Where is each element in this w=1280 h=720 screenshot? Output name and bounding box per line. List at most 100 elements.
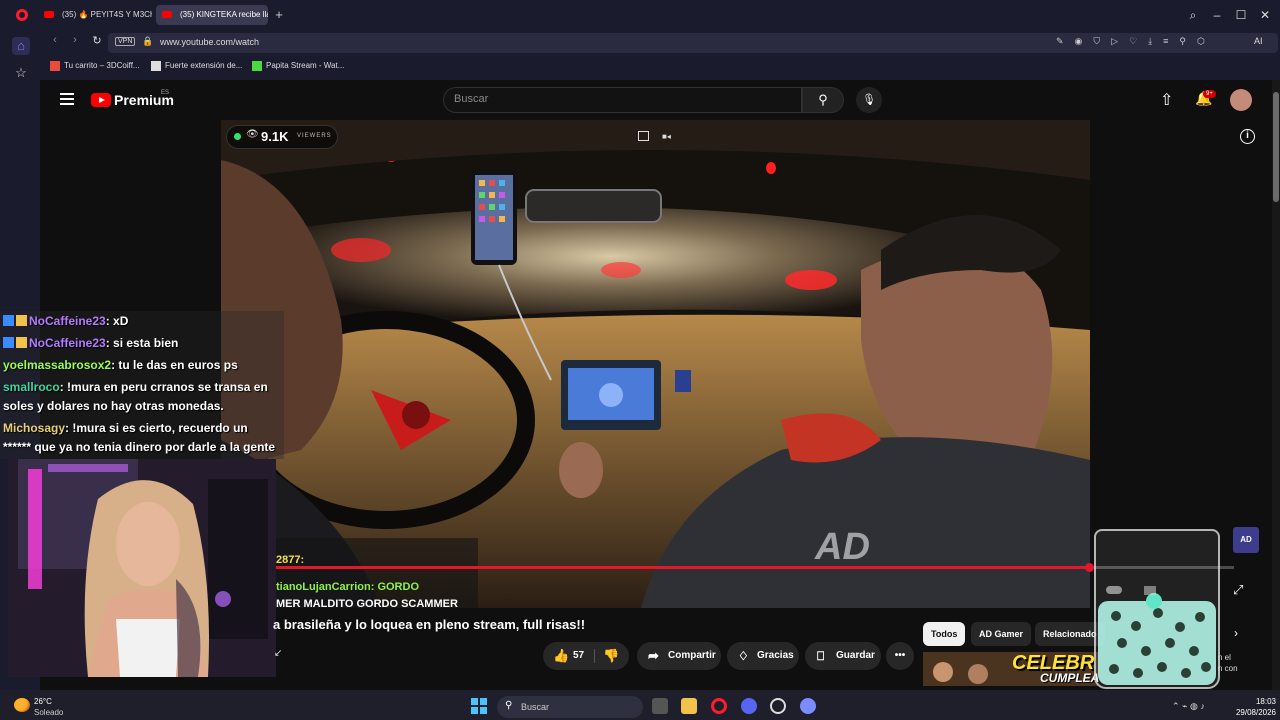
eye-icon: 👁	[246, 129, 259, 140]
star-icon[interactable]: ☆	[12, 64, 30, 82]
more-icon: •••	[894, 650, 906, 661]
vpn-badge[interactable]: VPN	[115, 37, 136, 46]
super-thanks-icon: ♢	[738, 649, 749, 663]
video-player[interactable]	[221, 120, 1090, 608]
video-frame-image	[221, 120, 1090, 608]
chat-message: ****** que ya no tenia dinero por darle …	[3, 440, 275, 454]
chat-username[interactable]: NoCaffeine23	[29, 314, 106, 328]
search-button[interactable]: ⚲	[802, 87, 844, 113]
chat-username[interactable]: yoelmassabrosox2	[3, 358, 111, 372]
weather-description[interactable]: Soleado	[34, 708, 63, 717]
region-label: ES	[161, 90, 170, 96]
camera-icon[interactable]: ■◂	[662, 132, 671, 141]
weather-sun-icon[interactable]	[14, 698, 30, 712]
like-icon[interactable]: 👍	[553, 642, 569, 670]
task-view-icon[interactable]	[652, 698, 668, 714]
clock-time[interactable]: 18:03	[1232, 697, 1276, 706]
chat-username[interactable]: smallroco	[3, 380, 60, 394]
maximize-button[interactable]: ☐	[1232, 6, 1250, 24]
channel-badge[interactable]: AD	[1233, 527, 1259, 553]
browser-tab-1[interactable]: (35) 🔥 PEYIT4S Y M3CHA	[38, 5, 152, 25]
like-count[interactable]: 57	[573, 642, 584, 670]
windows-start-icon[interactable]	[471, 698, 487, 714]
bookmark-favicon-icon	[151, 61, 161, 71]
fullscreen-icon[interactable]: ⤢	[1233, 582, 1243, 598]
chat-badge-icon	[16, 315, 27, 326]
more-actions-button[interactable]: •••	[886, 642, 914, 670]
new-tab-button[interactable]: +	[272, 8, 286, 22]
lock-icon: 🔒	[142, 36, 154, 46]
chrome-icon[interactable]	[770, 698, 786, 714]
file-explorer-icon[interactable]	[681, 698, 697, 714]
youtube-favicon-icon	[44, 11, 54, 18]
ingame-chat-line: 2877:	[276, 554, 305, 566]
progress-bar-played[interactable]	[221, 566, 1090, 569]
reload-icon[interactable]: ↻	[90, 34, 104, 47]
url-text[interactable]: www.youtube.com/watch	[160, 37, 259, 47]
search-input[interactable]	[443, 87, 802, 113]
tip-jar-image	[1098, 586, 1216, 685]
chat-username[interactable]: NoCaffeine23	[29, 336, 106, 350]
chat-username[interactable]: Michosagy	[3, 421, 65, 435]
dislike-icon[interactable]: 👎	[603, 642, 619, 670]
thanks-button[interactable]: ♢ Gracias	[727, 642, 799, 670]
upload-icon[interactable]: ⇧	[1160, 90, 1173, 110]
address-toolbar-icons[interactable]: ✎◉⛉▷♡⤓≡⚲⬡	[1056, 36, 1216, 47]
tab-label: (35) 🔥 PEYIT4S Y M3CHA	[62, 10, 152, 19]
search-icon: ⚲	[818, 92, 828, 107]
bookmark-item[interactable]: Fuerte extensión de...	[151, 61, 242, 71]
chat-message: NoCaffeine23: xD	[3, 314, 128, 328]
minimize-button[interactable]: –	[1208, 6, 1226, 24]
chat-badge-icon	[3, 337, 14, 348]
thumbnail-subtext: CUMPLEA	[1040, 671, 1100, 685]
chip-ad-gamer[interactable]: AD Gamer	[971, 622, 1032, 646]
scrollbar-thumb[interactable]	[1273, 92, 1279, 202]
viewer-count: 9.1K	[261, 129, 289, 144]
chat-text: : !mura si es cierto, recuerdo un	[65, 421, 248, 435]
close-window-button[interactable]: ✕	[1256, 6, 1274, 24]
share-button[interactable]: ➦ Compartir	[637, 642, 721, 670]
bookmark-item[interactable]: Papita Stream - Wat...	[252, 61, 344, 71]
caption-line: n el	[1218, 653, 1231, 662]
system-tray-icons[interactable]: ⌃ ⌁ ◍ ♪	[1172, 701, 1205, 712]
clock-date[interactable]: 29/08/2026	[1230, 708, 1276, 717]
opera-taskbar-icon[interactable]	[711, 698, 727, 714]
chat-text: : !mura en peru crranos se transa en	[59, 380, 268, 394]
avatar[interactable]	[1230, 89, 1252, 111]
ai-button[interactable]: AI	[1254, 36, 1263, 46]
like-dislike-group: 👍 57 👎	[543, 642, 629, 670]
caption-line: n con	[1218, 664, 1238, 673]
related-caption: n el n con	[1218, 652, 1238, 674]
youtube-logo-icon[interactable]	[91, 93, 111, 107]
browser-tab-2[interactable]: (35) KINGTEKA recibe llam	[156, 5, 268, 25]
chat-message: yoelmassabrosox2: tu le das en euros ps	[3, 358, 238, 372]
discord-icon[interactable]	[741, 698, 757, 714]
collapse-icon[interactable]: ↙	[274, 648, 282, 659]
chat-text: : tu le das en euros ps	[111, 358, 238, 372]
divider	[594, 649, 595, 663]
channel-watermark: AD	[815, 526, 870, 568]
chat-text: ****** que ya no tenia dinero por darle …	[3, 440, 276, 454]
chat-message: NoCaffeine23: si esta bien	[3, 336, 178, 350]
chat-text: : xD	[105, 314, 129, 328]
chevron-right-icon[interactable]: ›	[1234, 626, 1238, 640]
search-tabs-icon[interactable]: ⌕	[1184, 6, 1202, 24]
settings-gear-icon[interactable]	[800, 698, 816, 714]
bookmark-item[interactable]: Tu carrito – 3DCoiff...	[50, 61, 140, 71]
chip-todos[interactable]: Todos	[923, 622, 966, 646]
opera-logo-icon[interactable]	[16, 9, 28, 21]
info-icon[interactable]: i	[1240, 129, 1255, 144]
save-button[interactable]: ⎕ Guardar	[805, 642, 881, 670]
temperature[interactable]: 26°C	[34, 697, 52, 706]
voice-search-button[interactable]: 🎙	[856, 87, 882, 113]
chat-message: soles y dolares no hay otras monedas.	[3, 399, 224, 413]
progress-scrubber[interactable]	[1085, 563, 1094, 572]
menu-icon[interactable]	[60, 93, 74, 105]
back-arrow-icon[interactable]: ‹	[48, 34, 62, 46]
miniplayer-icon[interactable]	[638, 131, 649, 141]
forward-arrow-icon[interactable]: ›	[68, 34, 82, 46]
webcam-image	[8, 459, 276, 677]
taskbar-search[interactable]: ⚲	[497, 696, 643, 718]
home-icon[interactable]: ⌂	[12, 37, 30, 55]
chat-text: soles y dolares no hay otras monedas.	[3, 399, 224, 413]
